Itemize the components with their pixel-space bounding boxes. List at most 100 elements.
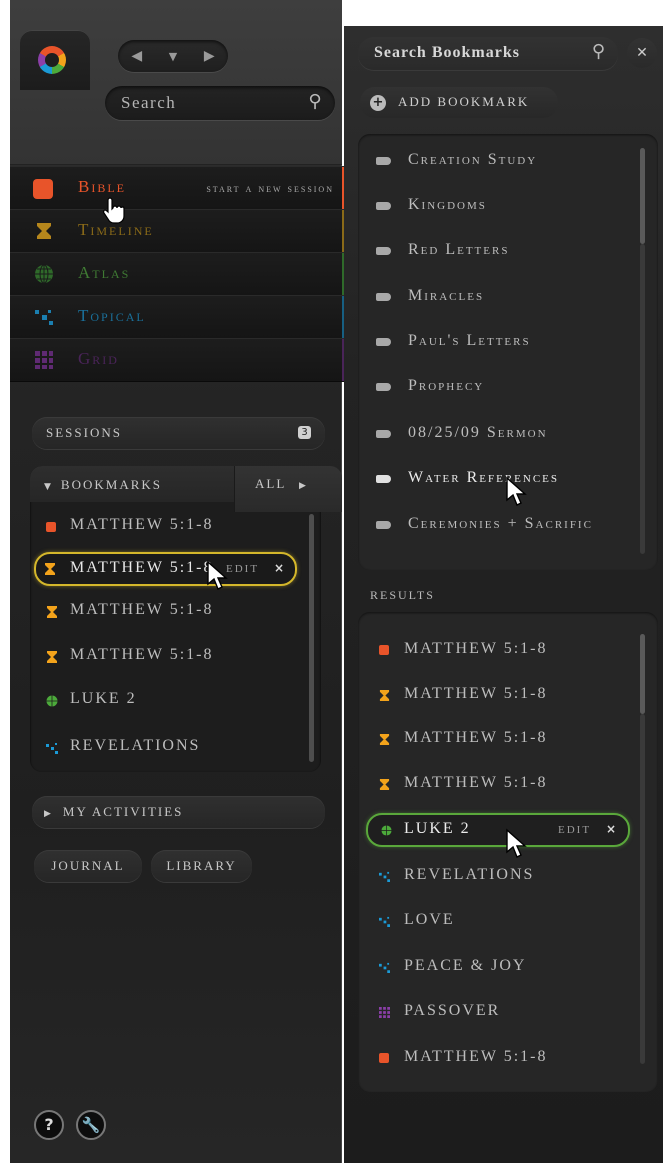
- bookmarks-scrollbar[interactable]: [309, 514, 314, 762]
- search-icon[interactable]: ⚲: [308, 91, 323, 112]
- topical-dots-icon: [379, 916, 390, 927]
- result-row[interactable]: MATTHEW 5:1-8: [358, 1041, 658, 1077]
- bookmarks-title: ▼ BOOKMARKS: [44, 477, 162, 493]
- bookmark-folder-item[interactable]: Ceremonies + Sacrific: [358, 508, 658, 544]
- hourglass-icon: [379, 779, 390, 790]
- bookmark-row[interactable]: MATTHEW 5:1-8: [30, 511, 300, 543]
- result-row[interactable]: LOVE: [358, 904, 658, 940]
- plus-icon: +: [370, 95, 386, 111]
- module-label: Topical: [78, 306, 146, 325]
- bookmark-label: MATTHEW 5:1-8: [70, 559, 214, 576]
- start-session-link[interactable]: start a new session: [206, 181, 334, 196]
- app-logo-icon[interactable]: [38, 46, 66, 74]
- globe-icon: [381, 825, 392, 836]
- search-input[interactable]: Search ⚲: [105, 86, 335, 120]
- module-topical[interactable]: Topical: [10, 295, 348, 339]
- bible-square-icon: [379, 1053, 389, 1063]
- wrench-icon[interactable]: 🔧: [76, 1110, 106, 1140]
- sessions-toggle[interactable]: SESSIONS 3: [32, 417, 325, 449]
- add-bookmark-button[interactable]: + ADD BOOKMARK: [360, 87, 558, 118]
- bookmark-folder-item[interactable]: Kingdoms: [358, 189, 658, 225]
- search-icon[interactable]: ⚲: [592, 41, 606, 62]
- close-icon[interactable]: ×: [274, 561, 284, 575]
- search-placeholder: Search Bookmarks: [374, 44, 520, 61]
- module-label: Atlas: [78, 263, 131, 282]
- play-arrow-icon: ▶: [299, 481, 308, 491]
- module-label: Grid: [78, 349, 119, 368]
- hourglass-icon: [379, 734, 390, 745]
- module-timeline[interactable]: Timeline: [10, 209, 348, 253]
- bookmark-row[interactable]: MATTHEW 5:1-8: [30, 641, 300, 673]
- library-button[interactable]: LIBRARY: [151, 850, 252, 882]
- back-arrow-icon[interactable]: ◀: [131, 48, 142, 64]
- bookmark-label: LUKE 2: [70, 690, 137, 707]
- bookmark-folder-label: Ceremonies + Sacrific: [408, 515, 593, 532]
- result-row[interactable]: REVELATIONS: [358, 859, 658, 895]
- topical-dots-icon: [46, 743, 58, 754]
- bookmark-folder-label: Creation Study: [408, 151, 538, 168]
- result-row-selected[interactable]: LUKE 2 EDIT ×: [366, 813, 630, 847]
- edit-button[interactable]: EDIT: [558, 824, 591, 836]
- bookmark-folder-item[interactable]: Paul's Letters: [358, 325, 658, 361]
- bookmark-folder-item[interactable]: Red Letters: [358, 234, 658, 270]
- result-label: LOVE: [404, 911, 455, 928]
- result-row[interactable]: PASSOVER: [358, 995, 658, 1031]
- bookmarks-header[interactable]: ▼ BOOKMARKS ALL ▶: [30, 466, 342, 512]
- history-nav: ◀ ▼ ▶: [118, 40, 228, 72]
- module-bible[interactable]: Bible start a new session: [10, 166, 348, 210]
- expand-triangle-icon: ▶: [44, 809, 53, 819]
- hourglass-icon: [47, 606, 57, 618]
- all-filter-button[interactable]: ALL ▶: [234, 466, 342, 512]
- close-panel-icon[interactable]: ✕: [627, 38, 657, 68]
- bookmark-label: MATTHEW 5:1-8: [70, 601, 214, 618]
- forward-arrow-icon[interactable]: ▶: [204, 48, 215, 64]
- bookmarks-panel: ▼ BOOKMARKS ALL ▶ MATTHEW 5:1-8 MATTHEW 5…: [30, 466, 342, 772]
- module-atlas[interactable]: Atlas: [10, 252, 348, 296]
- my-activities-toggle[interactable]: ▶ MY ACTIVITIES: [32, 796, 325, 828]
- sessions-label: SESSIONS: [46, 425, 122, 440]
- bookmark-tag-icon: [376, 475, 391, 483]
- bookmark-tag-icon: [376, 157, 391, 165]
- result-label: MATTHEW 5:1-8: [404, 729, 548, 746]
- result-label: REVELATIONS: [404, 866, 535, 883]
- bookmark-row[interactable]: MATTHEW 5:1-8: [30, 596, 300, 628]
- result-row[interactable]: MATTHEW 5:1-8: [358, 678, 658, 714]
- result-row[interactable]: MATTHEW 5:1-8: [358, 767, 658, 803]
- add-bookmark-label: ADD BOOKMARK: [398, 94, 530, 109]
- bookmark-folder-item[interactable]: Prophecy: [358, 370, 658, 406]
- globe-icon: [46, 695, 58, 707]
- topical-dots-icon: [379, 962, 390, 973]
- bookmark-tag-icon: [376, 521, 391, 529]
- bookmark-folder-item[interactable]: Miracles: [358, 280, 658, 316]
- hourglass-icon: [37, 223, 51, 239]
- result-row[interactable]: MATTHEW 5:1-8: [358, 722, 658, 758]
- bible-square-icon: [46, 522, 56, 532]
- history-dropdown-icon[interactable]: ▼: [169, 50, 177, 63]
- library-label: LIBRARY: [166, 858, 237, 873]
- module-grid[interactable]: Grid: [10, 338, 348, 382]
- journal-button[interactable]: JOURNAL: [34, 850, 142, 882]
- result-row[interactable]: PEACE & JOY: [358, 950, 658, 986]
- arrow-cursor-icon: [506, 476, 527, 506]
- journal-label: JOURNAL: [51, 858, 125, 873]
- help-icon[interactable]: ?: [34, 1110, 64, 1140]
- bookmark-folder-label: Water References: [408, 469, 560, 486]
- search-placeholder: Search: [121, 93, 177, 112]
- bookmark-tag-icon: [376, 293, 391, 301]
- bookmark-folder-label: Prophecy: [408, 377, 485, 394]
- hand-cursor-icon: [102, 197, 125, 224]
- bookmark-label: REVELATIONS: [70, 737, 201, 754]
- bookmark-folder-item[interactable]: Creation Study: [358, 144, 658, 180]
- grid-icon: [379, 1007, 390, 1018]
- result-row[interactable]: MATTHEW 5:1-8: [358, 633, 658, 669]
- bookmarks-label: BOOKMARKS: [60, 477, 162, 492]
- bookmark-row-selected[interactable]: MATTHEW 5:1-8 EDIT ×: [34, 552, 297, 586]
- collapse-triangle-icon: ▼: [44, 482, 53, 492]
- close-icon[interactable]: ×: [606, 822, 616, 836]
- edit-button[interactable]: EDIT: [226, 563, 259, 575]
- bookmark-folder-item[interactable]: 08/25/09 Sermon: [358, 417, 658, 453]
- bookmark-tag-icon: [376, 430, 391, 438]
- bookmark-search-input[interactable]: Search Bookmarks ⚲: [358, 37, 618, 70]
- bookmark-row[interactable]: LUKE 2: [30, 685, 300, 717]
- bookmark-row[interactable]: REVELATIONS: [30, 732, 300, 764]
